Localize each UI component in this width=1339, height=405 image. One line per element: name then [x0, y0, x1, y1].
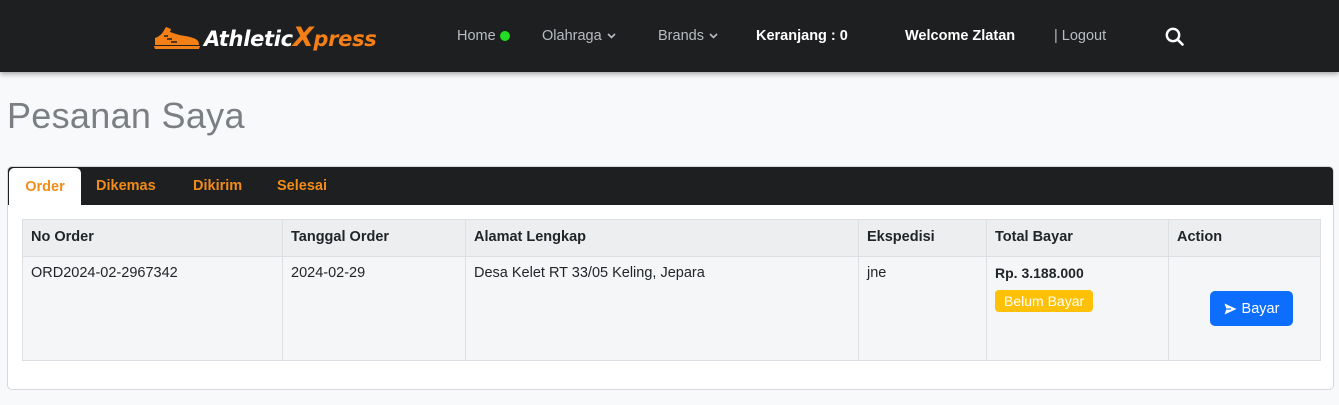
send-icon: [1224, 303, 1237, 314]
cell-no-order: ORD2024-02-2967342: [22, 256, 283, 361]
nav-brands-label: Brands: [658, 28, 704, 44]
tab-dikemas[interactable]: Dikemas: [96, 167, 156, 205]
nav-olahraga-dropdown[interactable]: Olahraga: [542, 0, 616, 72]
welcome-user: Welcome Zlatan: [905, 0, 1015, 72]
column-header-no-order: No Order: [22, 219, 283, 257]
cell-alamat: Desa Kelet RT 33/05 Keling, Jepara: [465, 256, 859, 361]
chevron-down-icon: [709, 33, 718, 39]
table-header-row: No Order Tanggal Order Alamat Lengkap Ek…: [22, 219, 1321, 257]
tab-order[interactable]: Order: [9, 168, 81, 205]
status-badge: Belum Bayar: [995, 290, 1094, 312]
nav-home[interactable]: Home: [457, 0, 510, 72]
pay-button[interactable]: Bayar: [1210, 291, 1293, 326]
column-header-total-bayar: Total Bayar: [986, 219, 1169, 257]
navbar: AthleticXpress Home Olahraga Brands Kera…: [0, 0, 1339, 72]
cell-ekspedisi: jne: [858, 256, 987, 361]
search-button[interactable]: [1165, 0, 1184, 72]
cell-total-bayar: Rp. 3.188.000 Belum Bayar: [986, 256, 1169, 361]
search-icon: [1165, 27, 1184, 46]
column-header-alamat: Alamat Lengkap: [465, 219, 859, 257]
total-price: Rp. 3.188.000: [995, 265, 1084, 281]
nav-logout[interactable]: | Logout: [1054, 0, 1106, 72]
column-header-tanggal-order: Tanggal Order: [282, 219, 466, 257]
cell-tanggal-order: 2024-02-29: [282, 256, 466, 361]
nav-cart[interactable]: Keranjang : 0: [756, 0, 848, 72]
brand-logo[interactable]: AthleticXpress: [152, 20, 377, 54]
logout-label: | Logout: [1054, 28, 1107, 44]
tab-selesai[interactable]: Selesai: [277, 167, 327, 205]
nav-home-label: Home: [457, 28, 496, 44]
orders-table: No Order Tanggal Order Alamat Lengkap Ek…: [22, 219, 1321, 361]
column-header-ekspedisi: Ekspedisi: [858, 219, 987, 257]
online-status-dot: [499, 31, 510, 41]
pay-button-label: Bayar: [1241, 300, 1280, 317]
order-status-tabs: Order Dikemas Dikirim Selesai: [8, 167, 1333, 205]
column-header-action: Action: [1168, 219, 1321, 257]
page-title: Pesanan Saya: [7, 95, 245, 136]
cell-action: Bayar: [1168, 256, 1321, 361]
orders-card: Order Dikemas Dikirim Selesai No Order T…: [7, 166, 1334, 390]
table-row: ORD2024-02-2967342 2024-02-29 Desa Kelet…: [22, 256, 1321, 361]
tab-dikirim[interactable]: Dikirim: [193, 167, 242, 205]
sneaker-icon: [154, 27, 200, 49]
nav-brands-dropdown[interactable]: Brands: [658, 0, 718, 72]
nav-olahraga-label: Olahraga: [542, 28, 602, 44]
brand-name: AthleticXpress: [204, 21, 377, 53]
chevron-down-icon: [607, 33, 616, 39]
nav-cart-label: Keranjang : 0: [756, 28, 848, 44]
welcome-text: Welcome Zlatan: [905, 28, 1016, 44]
